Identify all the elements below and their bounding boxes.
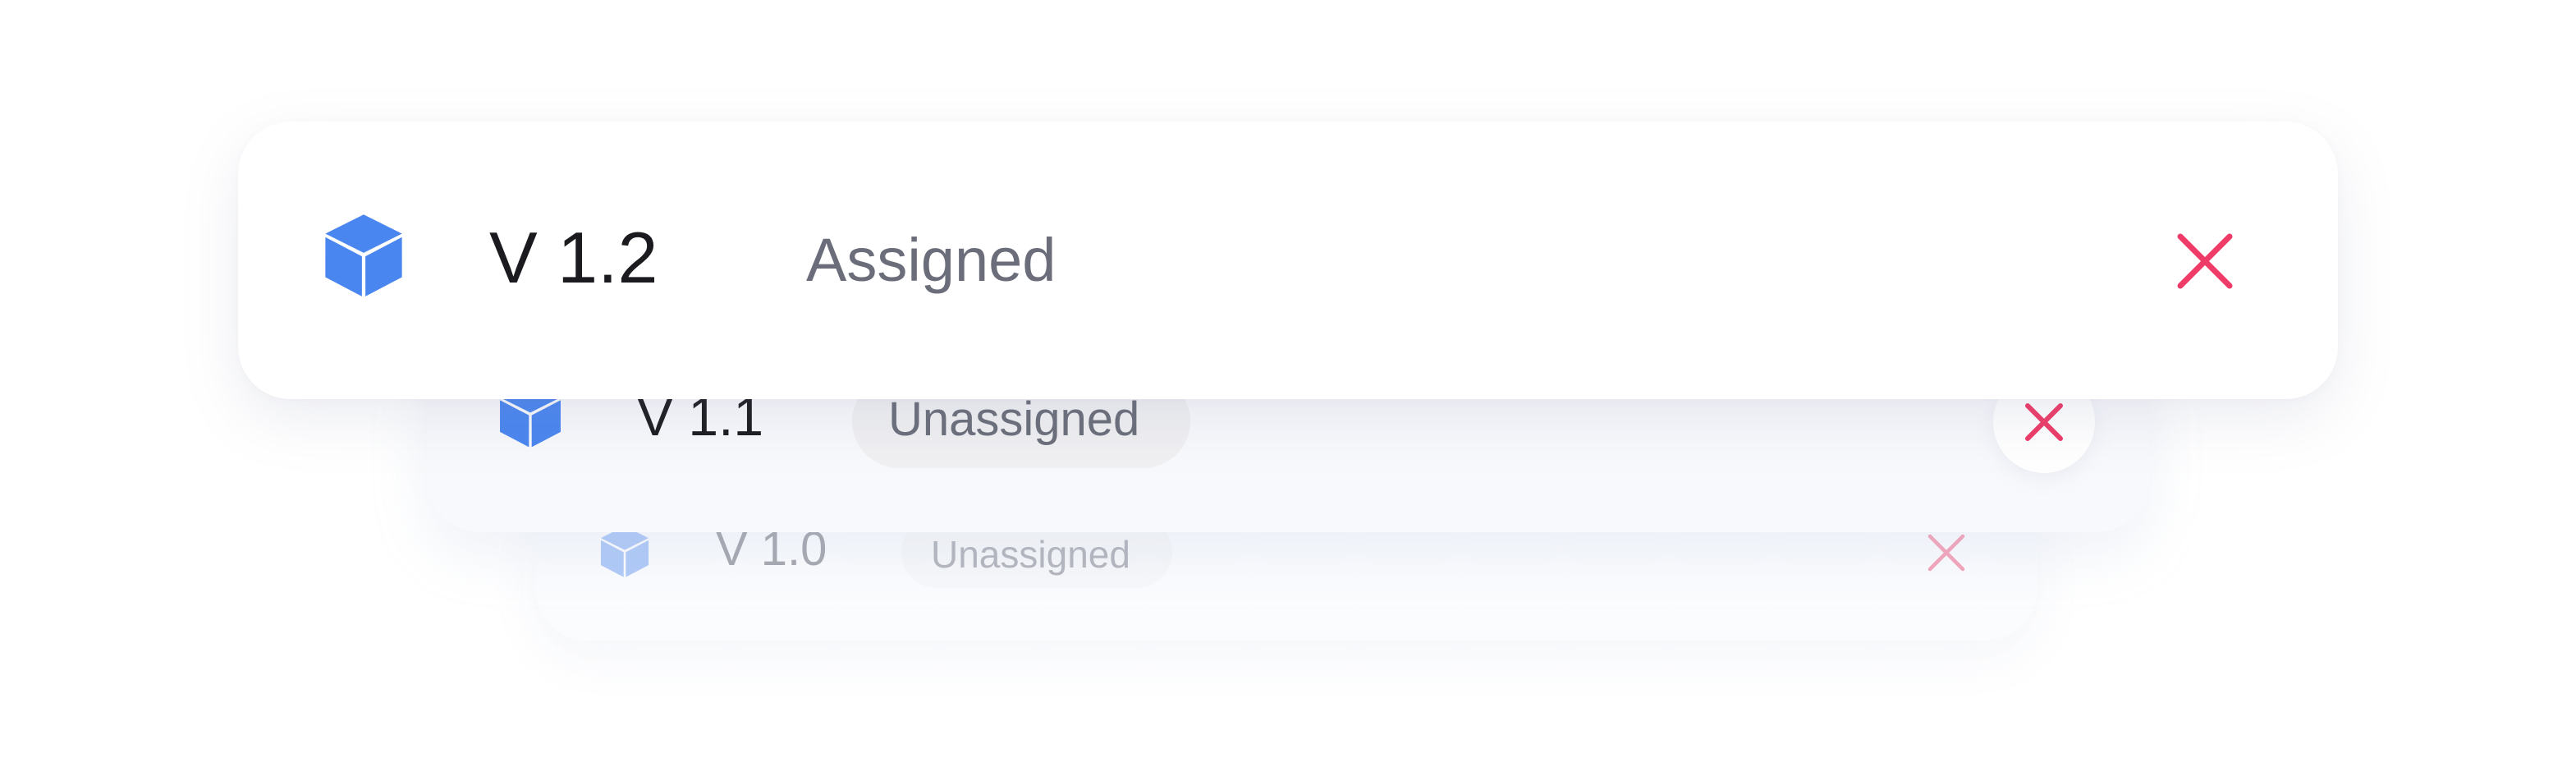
version-stack: V 1.0 Unassigned V 1.1 Unassigned V 1.2 … — [0, 0, 2576, 772]
close-button[interactable] — [1926, 532, 1967, 573]
status-label: Unassigned — [888, 393, 1140, 446]
status-label: Unassigned — [931, 533, 1130, 576]
cube-icon — [320, 210, 407, 299]
version-label: V 1.0 — [716, 522, 827, 576]
version-label: V 1.2 — [489, 217, 658, 298]
close-icon — [2177, 233, 2233, 289]
close-button[interactable] — [2172, 227, 2238, 296]
close-icon — [1927, 534, 1965, 572]
status-label: Assigned — [806, 226, 1057, 294]
